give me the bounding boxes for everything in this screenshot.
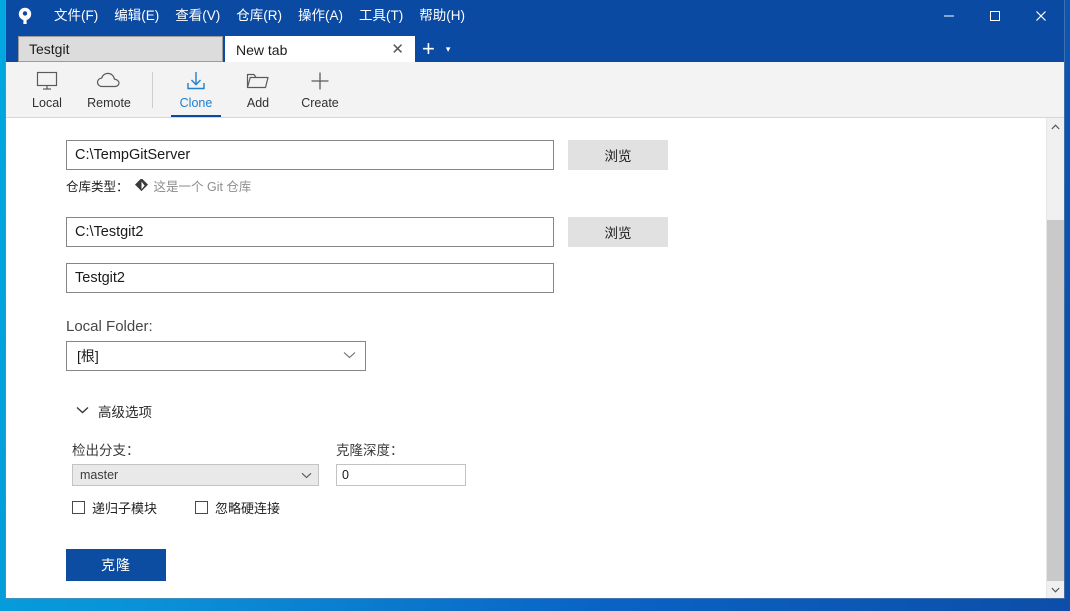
menu-help[interactable]: 帮助(H) bbox=[411, 3, 473, 29]
menu-repository[interactable]: 仓库(R) bbox=[228, 3, 290, 29]
checkbox-recursive-submodules[interactable]: 递归子模块 bbox=[72, 498, 157, 517]
chevron-down-icon bbox=[76, 405, 89, 417]
toolbar-button-remote[interactable]: Remote bbox=[78, 63, 140, 117]
maximize-button[interactable] bbox=[972, 0, 1018, 32]
tab-new-tab[interactable]: New tab ✕ bbox=[225, 36, 415, 62]
checkout-branch-combobox[interactable]: master bbox=[72, 464, 319, 486]
menu-actions[interactable]: 操作(A) bbox=[290, 3, 351, 29]
repository-type-row: 仓库类型： 这是一个 Git 仓库 bbox=[66, 176, 1046, 195]
checkbox-label: 递归子模块 bbox=[92, 501, 158, 516]
tab-label: Testgit bbox=[29, 41, 70, 57]
vertical-scrollbar[interactable] bbox=[1046, 118, 1064, 598]
local-folder-value: [根] bbox=[77, 348, 99, 364]
download-arrow-icon bbox=[184, 69, 208, 93]
content-area: 浏览 仓库类型： 这是一个 Git 仓库 浏览 bbox=[6, 118, 1064, 598]
tab-testgit[interactable]: Testgit bbox=[18, 36, 223, 62]
close-button[interactable] bbox=[1018, 0, 1064, 32]
scroll-down-button[interactable] bbox=[1047, 581, 1064, 598]
clone-depth-label: 克隆深度： bbox=[336, 443, 404, 458]
folder-icon bbox=[245, 69, 271, 93]
checkbox-label: 忽略硬连接 bbox=[215, 501, 281, 516]
monitor-icon bbox=[35, 69, 59, 93]
minimize-button[interactable] bbox=[926, 0, 972, 32]
clone-submit-button[interactable]: 克隆 bbox=[66, 549, 166, 581]
title-bar: 文件(F) 编辑(E) 查看(V) 仓库(R) 操作(A) 工具(T) 帮助(H… bbox=[6, 0, 1064, 32]
target-path-input[interactable] bbox=[66, 217, 554, 247]
repository-name-row bbox=[66, 263, 1046, 293]
local-folder-combobox[interactable]: [根] bbox=[66, 341, 366, 371]
advanced-options-toggle[interactable]: 高级选项 bbox=[76, 401, 1046, 421]
chevron-down-icon bbox=[343, 351, 356, 362]
toolbar-button-label: Remote bbox=[87, 96, 131, 110]
source-repository-input[interactable] bbox=[66, 140, 554, 170]
checkbox-box bbox=[72, 501, 85, 514]
toolbar-button-label: Local bbox=[32, 96, 62, 110]
checkout-branch-group: 检出分支： master bbox=[72, 439, 319, 486]
scrollbar-thumb[interactable] bbox=[1047, 220, 1064, 581]
toolbar-button-clone[interactable]: Clone bbox=[165, 63, 227, 117]
plus-icon bbox=[308, 69, 332, 93]
clone-form: 浏览 仓库类型： 这是一个 Git 仓库 浏览 bbox=[6, 118, 1046, 598]
toolbar-button-local[interactable]: Local bbox=[16, 63, 78, 117]
main-toolbar: Local Remote Clone Add Create bbox=[6, 62, 1064, 118]
clone-depth-input[interactable] bbox=[336, 464, 466, 486]
browse-target-button[interactable]: 浏览 bbox=[568, 217, 668, 247]
menu-tools[interactable]: 工具(T) bbox=[351, 3, 411, 29]
toolbar-button-label: Add bbox=[246, 96, 270, 110]
scroll-up-button[interactable] bbox=[1047, 118, 1064, 135]
menu-file[interactable]: 文件(F) bbox=[46, 3, 106, 29]
checkbox-ignore-hardlinks[interactable]: 忽略硬连接 bbox=[195, 498, 280, 517]
chevron-down-icon[interactable]: ▾ bbox=[442, 44, 459, 62]
clone-depth-group: 克隆深度： bbox=[336, 439, 466, 486]
menu-edit[interactable]: 编辑(E) bbox=[106, 3, 167, 29]
repository-type-label: 仓库类型： bbox=[66, 180, 129, 194]
checkbox-box bbox=[195, 501, 209, 514]
application-window: 文件(F) 编辑(E) 查看(V) 仓库(R) 操作(A) 工具(T) 帮助(H… bbox=[6, 0, 1064, 598]
close-icon[interactable]: ✕ bbox=[391, 42, 404, 57]
browse-source-button[interactable]: 浏览 bbox=[568, 140, 668, 170]
source-repository-row: 浏览 bbox=[66, 140, 1046, 170]
tab-label: New tab bbox=[236, 41, 288, 58]
checkout-branch-label: 检出分支： bbox=[72, 443, 140, 458]
cloud-icon bbox=[96, 69, 122, 93]
toolbar-separator bbox=[152, 71, 153, 108]
menu-view[interactable]: 查看(V) bbox=[167, 3, 228, 29]
advanced-checkbox-row: 递归子模块 忽略硬连接 bbox=[72, 498, 1046, 517]
new-tab-button[interactable]: + bbox=[415, 38, 442, 62]
toolbar-button-label: Clone bbox=[179, 96, 213, 110]
scrollbar-track[interactable] bbox=[1047, 135, 1064, 581]
repository-name-input[interactable] bbox=[66, 263, 554, 293]
chevron-down-icon bbox=[301, 472, 312, 479]
checkout-branch-value: master bbox=[80, 468, 119, 482]
menu-bar: 文件(F) 编辑(E) 查看(V) 仓库(R) 操作(A) 工具(T) 帮助(H… bbox=[46, 0, 473, 32]
tab-strip: Testgit New tab ✕ + ▾ bbox=[6, 32, 1064, 62]
window-controls bbox=[926, 0, 1064, 32]
local-folder-label: Local Folder: bbox=[66, 318, 153, 335]
git-diamond-icon bbox=[134, 179, 148, 192]
advanced-options-label: 高级选项 bbox=[98, 405, 152, 420]
toolbar-button-create[interactable]: Create bbox=[289, 63, 351, 117]
toolbar-button-add[interactable]: Add bbox=[227, 63, 289, 117]
local-folder-section: Local Folder: [根] bbox=[66, 318, 1046, 371]
advanced-options-body: 检出分支： master 克隆深度： 0 递归子模块 忽略硬连接 bbox=[72, 439, 1046, 517]
toolbar-button-label: Create bbox=[301, 96, 339, 110]
repository-type-hint: 这是一个 Git 仓库 bbox=[153, 180, 252, 194]
smartgit-logo-icon bbox=[10, 1, 40, 31]
desktop-background: 文件(F) 编辑(E) 查看(V) 仓库(R) 操作(A) 工具(T) 帮助(H… bbox=[0, 0, 1070, 611]
target-path-row: 浏览 bbox=[66, 217, 1046, 247]
